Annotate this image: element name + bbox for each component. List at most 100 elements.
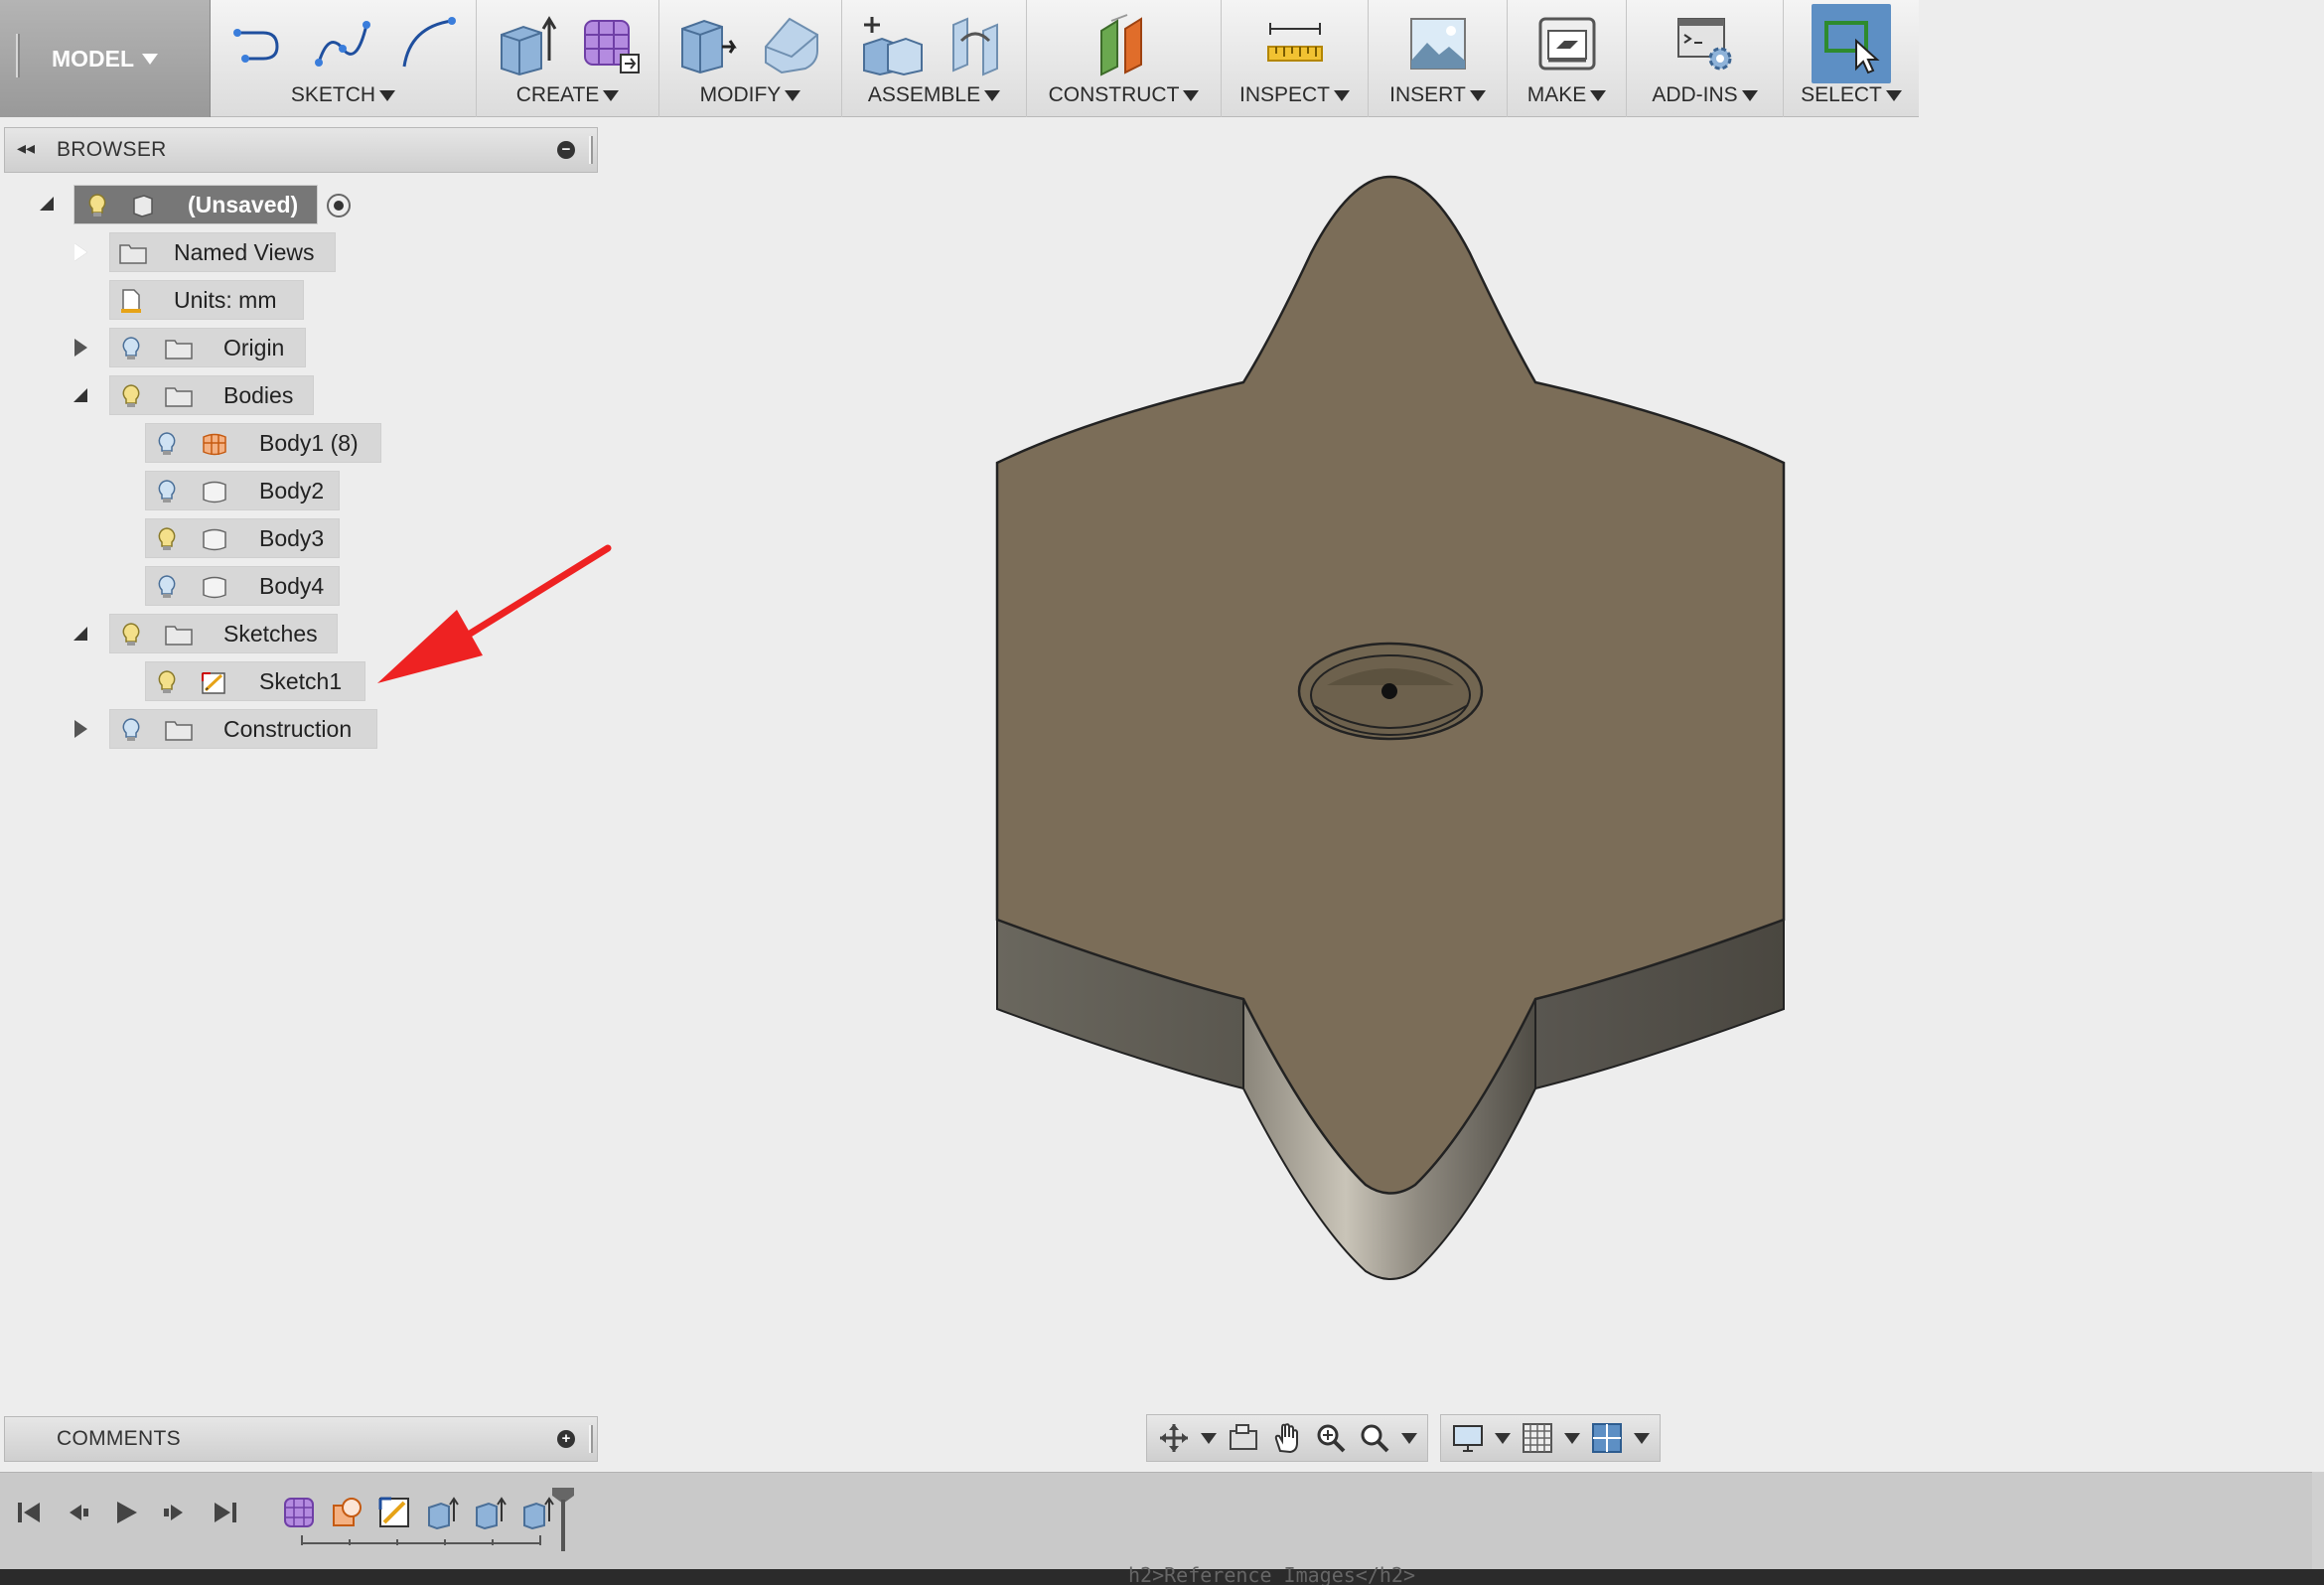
tree-node-sketches[interactable]: Sketches bbox=[109, 614, 338, 653]
select-icon[interactable] bbox=[1812, 4, 1891, 83]
sketch-menu-label[interactable]: SKETCH bbox=[211, 83, 476, 107]
toolbar-group-add-ins[interactable]: ADD-INS bbox=[1627, 0, 1784, 117]
insert-image-icon[interactable] bbox=[1405, 11, 1471, 76]
tree-label: Units: mm bbox=[174, 286, 277, 313]
orbit-icon[interactable] bbox=[1157, 1421, 1191, 1455]
step-back-icon[interactable] bbox=[62, 1498, 91, 1527]
offset-plane-icon[interactable] bbox=[1091, 11, 1157, 76]
add-ins-menu-label[interactable]: ADD-INS bbox=[1627, 83, 1783, 107]
timeline-extrude-feature-icon[interactable] bbox=[425, 1496, 459, 1529]
make-menu-label[interactable]: MAKE bbox=[1508, 83, 1626, 107]
tree-toggle-origin[interactable] bbox=[70, 337, 91, 359]
timeline-marker-icon[interactable] bbox=[548, 1486, 578, 1555]
tree-node-bodies[interactable]: Bodies bbox=[109, 375, 314, 415]
toolbar-group-inspect[interactable]: INSPECT bbox=[1222, 0, 1369, 117]
tree-node-root[interactable]: (Unsaved) bbox=[73, 185, 318, 224]
zoom-icon[interactable] bbox=[1314, 1421, 1348, 1455]
sketch-spline-icon[interactable] bbox=[311, 11, 376, 76]
toolbar-group-modify[interactable]: MODIFY bbox=[659, 0, 842, 117]
modify-menu-label[interactable]: MODIFY bbox=[659, 83, 841, 107]
form-icon[interactable] bbox=[577, 11, 643, 76]
tree-toggle-named-views[interactable] bbox=[70, 241, 91, 263]
lightbulb-icon[interactable] bbox=[118, 717, 144, 743]
sketch-arc-icon[interactable] bbox=[394, 11, 460, 76]
toolbar-group-make[interactable]: MAKE bbox=[1508, 0, 1627, 117]
chevron-down-icon[interactable] bbox=[1401, 1432, 1417, 1444]
lightbulb-icon[interactable] bbox=[118, 336, 144, 361]
panel-minimize-icon[interactable]: − bbox=[557, 141, 575, 159]
timeline-extrude-feature-icon[interactable] bbox=[473, 1496, 507, 1529]
tree-node-construction[interactable]: Construction bbox=[109, 709, 377, 749]
go-to-end-icon[interactable] bbox=[211, 1498, 240, 1527]
lightbulb-icon[interactable] bbox=[154, 479, 180, 504]
measure-icon[interactable] bbox=[1262, 11, 1328, 76]
look-at-icon[interactable] bbox=[1227, 1421, 1260, 1455]
pan-hand-icon[interactable] bbox=[1270, 1421, 1304, 1455]
press-pull-icon[interactable] bbox=[676, 11, 742, 76]
tree-toggle-bodies[interactable] bbox=[70, 384, 91, 406]
assemble-menu-label[interactable]: ASSEMBLE bbox=[842, 83, 1026, 107]
tree-node-units[interactable]: Units: mm bbox=[109, 280, 304, 320]
go-to-start-icon[interactable] bbox=[14, 1498, 44, 1527]
tree-node-body2[interactable]: Body2 bbox=[145, 471, 340, 510]
chevron-down-icon bbox=[1183, 89, 1200, 101]
extrude-icon[interactable] bbox=[494, 11, 559, 76]
toolbar-group-assemble[interactable]: ASSEMBLE bbox=[842, 0, 1027, 117]
zoom-window-icon[interactable] bbox=[1358, 1421, 1391, 1455]
tree-label: Named Views bbox=[174, 238, 315, 265]
scripts-addins-icon[interactable] bbox=[1672, 11, 1738, 76]
joint-icon[interactable] bbox=[944, 11, 1009, 76]
3d-print-icon[interactable] bbox=[1534, 11, 1600, 76]
active-radio-icon[interactable] bbox=[326, 193, 352, 218]
tree-toggle-sketches[interactable] bbox=[70, 623, 91, 645]
sketch-line-icon[interactable] bbox=[227, 11, 293, 76]
toolbar-group-select[interactable]: SELECT bbox=[1784, 0, 1919, 117]
add-comment-icon[interactable]: + bbox=[557, 1430, 575, 1448]
inspect-menu-label[interactable]: INSPECT bbox=[1222, 83, 1368, 107]
lightbulb-icon[interactable] bbox=[154, 431, 180, 457]
timeline-sketch-feature-icon[interactable] bbox=[377, 1496, 411, 1529]
grid-icon[interactable] bbox=[1521, 1421, 1554, 1455]
construct-menu-label[interactable]: CONSTRUCT bbox=[1027, 83, 1221, 107]
tree-toggle-construction[interactable] bbox=[70, 718, 91, 740]
chevron-down-icon[interactable] bbox=[1201, 1432, 1217, 1444]
tree-toggle-root[interactable] bbox=[36, 193, 58, 215]
chevron-down-icon[interactable] bbox=[1495, 1432, 1511, 1444]
lightbulb-icon[interactable] bbox=[118, 383, 144, 409]
lightbulb-icon[interactable] bbox=[118, 622, 144, 648]
lightbulb-icon[interactable] bbox=[154, 574, 180, 600]
chevron-down-icon[interactable] bbox=[1634, 1432, 1650, 1444]
insert-menu-label[interactable]: INSERT bbox=[1369, 83, 1507, 107]
panel-grip[interactable] bbox=[589, 136, 593, 164]
lightbulb-icon[interactable] bbox=[84, 193, 110, 218]
timeline-body-feature-icon[interactable] bbox=[330, 1496, 363, 1529]
tree-node-body1[interactable]: Body1 (8) bbox=[145, 423, 381, 463]
toolbar-group-create[interactable]: CREATE bbox=[477, 0, 659, 117]
timeline-form-feature-icon[interactable] bbox=[282, 1496, 316, 1529]
workspace-switcher-button[interactable]: MODEL bbox=[0, 0, 211, 117]
new-component-icon[interactable] bbox=[860, 11, 926, 76]
tree-node-named-views[interactable]: Named Views bbox=[109, 232, 336, 272]
select-menu-label[interactable]: SELECT bbox=[1784, 83, 1919, 107]
lightbulb-icon[interactable] bbox=[154, 526, 180, 552]
toolbar-group-construct[interactable]: CONSTRUCT bbox=[1027, 0, 1222, 117]
chevron-down-icon[interactable] bbox=[1564, 1432, 1580, 1444]
lightbulb-icon[interactable] bbox=[154, 669, 180, 695]
collapse-panel-icon[interactable]: ◂◂ bbox=[17, 138, 35, 159]
viewports-icon[interactable] bbox=[1590, 1421, 1624, 1455]
browser-panel-header[interactable]: ◂◂ BROWSER − bbox=[4, 127, 598, 173]
step-forward-icon[interactable] bbox=[161, 1498, 191, 1527]
tree-node-body4[interactable]: Body4 bbox=[145, 566, 340, 606]
comments-panel-header[interactable]: COMMENTS + bbox=[4, 1416, 598, 1462]
fillet-icon[interactable] bbox=[760, 11, 825, 76]
tree-node-body3[interactable]: Body3 bbox=[145, 518, 340, 558]
toolbar-group-insert[interactable]: INSERT bbox=[1369, 0, 1508, 117]
toolbar-group-sketch[interactable]: SKETCH bbox=[211, 0, 477, 117]
create-menu-label[interactable]: CREATE bbox=[477, 83, 658, 107]
display-settings-icon[interactable] bbox=[1451, 1421, 1485, 1455]
play-icon[interactable] bbox=[111, 1498, 141, 1527]
tree-node-origin[interactable]: Origin bbox=[109, 328, 306, 367]
panel-grip[interactable] bbox=[589, 1425, 593, 1453]
tree-label: Body3 bbox=[259, 524, 325, 551]
tree-node-sketch1[interactable]: Sketch1 bbox=[145, 661, 365, 701]
